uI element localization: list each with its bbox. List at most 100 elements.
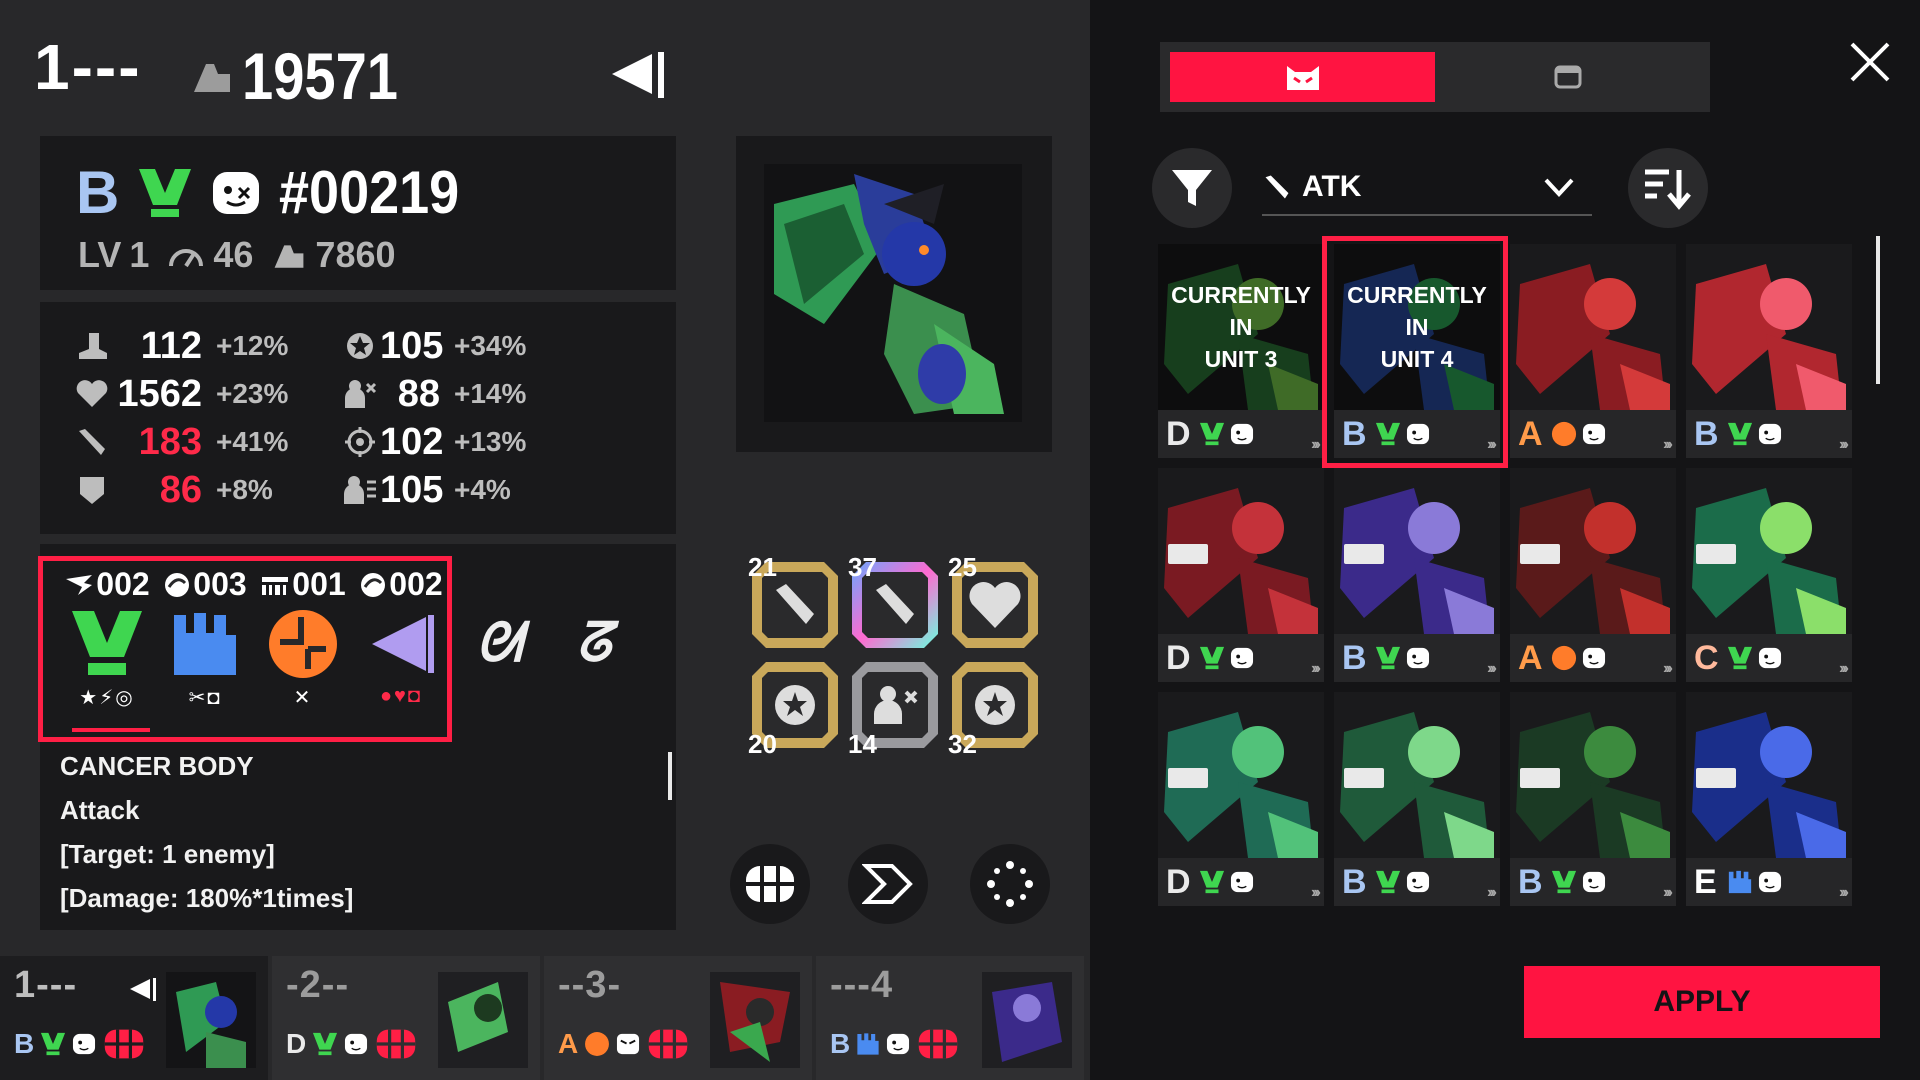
element-icon: [1727, 646, 1753, 670]
character-card[interactable]: A ›››: [1510, 468, 1676, 682]
chevron-badge-icon: [862, 864, 913, 904]
character-card[interactable]: B ›››: [1334, 692, 1500, 906]
equipment-slot[interactable]: 20: [748, 658, 842, 759]
face-icon: [213, 171, 260, 214]
character-card[interactable]: D ›››: [1158, 468, 1324, 682]
expand-arrows-icon: ›››: [1839, 436, 1849, 453]
element-icon: [1551, 421, 1577, 447]
face-icon: [1582, 871, 1606, 893]
description-scrollbar[interactable]: [668, 752, 672, 800]
unit-tab-2[interactable]: -2-- D: [272, 956, 540, 1080]
close-icon[interactable]: [1848, 40, 1892, 89]
card-footer: D ›››: [1158, 410, 1324, 458]
filter-button[interactable]: [1152, 148, 1232, 228]
tab-characters[interactable]: [1170, 52, 1435, 102]
loading-button[interactable]: [970, 844, 1050, 924]
grid-badge-icon: [919, 1029, 958, 1059]
ability-subtags: ✂◘: [188, 687, 222, 709]
expand-arrows-icon: ›››: [1839, 660, 1849, 677]
element-icon: [1199, 422, 1225, 446]
power-display: 7860: [271, 234, 396, 276]
ability-slot[interactable]: 003 ✂◘: [160, 566, 250, 710]
unit-tab-3[interactable]: --3- A: [544, 956, 812, 1080]
character-card[interactable]: B ›››: [1334, 468, 1500, 682]
blade-icon: [1265, 175, 1289, 199]
ability-subtags: ●♥◘: [379, 685, 423, 707]
ability-target: [Target: 1 enemy]: [60, 839, 275, 869]
face-icon: [1758, 423, 1782, 445]
grid-scrollbar[interactable]: [1876, 236, 1880, 384]
equipment-slot[interactable]: 32: [948, 658, 1042, 759]
tab-cards[interactable]: [1435, 52, 1700, 102]
ability-count: 001: [292, 566, 346, 602]
unit-rank: B: [830, 1028, 851, 1059]
card-footer: B ›››: [1686, 410, 1852, 458]
element-icon: [1375, 870, 1401, 894]
barcode-tag-icon: [1696, 768, 1736, 788]
ability-damage: [Damage: 180%*1times]: [60, 883, 354, 913]
character-card[interactable]: A ›››: [1510, 244, 1676, 458]
card-footer: B ›››: [1510, 858, 1676, 906]
stat-value: 88: [397, 372, 440, 415]
unit-tab-4[interactable]: ---4 B: [816, 956, 1084, 1080]
card-rank: D: [1166, 862, 1191, 901]
stat-row: 105 +4%: [340, 468, 630, 512]
shield-icon: [72, 474, 112, 506]
face-icon: [1758, 871, 1782, 893]
card-icon: [1554, 65, 1581, 89]
stat-value: 102: [380, 420, 444, 463]
card-footer: D ›››: [1158, 858, 1324, 906]
ability-subtags: ✕: [293, 687, 313, 709]
barcode-tag-icon: [1696, 544, 1736, 564]
character-card[interactable]: B ›››: [1510, 692, 1676, 906]
character-card[interactable]: D ›››: [1158, 692, 1324, 906]
character-card[interactable]: B ›››: [1686, 244, 1852, 458]
stat-row: 183 +41%: [72, 420, 362, 464]
ability-slot[interactable]: 002 ★⚡◎: [62, 566, 152, 710]
stat-value: 183: [138, 420, 202, 463]
card-rank: E: [1694, 862, 1717, 901]
equipment-value: 37: [848, 552, 877, 582]
unit-slot-label: 1---: [34, 31, 142, 103]
ability-count: 002: [389, 566, 443, 602]
v-body-icon: [313, 1032, 338, 1056]
element-icon: [1728, 870, 1752, 894]
character-card[interactable]: C ›››: [1686, 468, 1852, 682]
equipment-slot[interactable]: 21: [748, 552, 842, 652]
expand-arrows-icon: ›››: [1839, 884, 1849, 901]
apply-button[interactable]: APPLY: [1524, 966, 1880, 1038]
unit-tab-1[interactable]: 1--- B: [0, 956, 268, 1080]
character-card[interactable]: CURRENTLY IN UNIT 3 D ›››: [1158, 244, 1324, 458]
orb-icon: [361, 572, 386, 597]
stat-bonus: +4%: [454, 474, 511, 505]
card-footer: D ›››: [1158, 634, 1324, 682]
leader-flag-icon[interactable]: [608, 48, 668, 105]
stat-value: 86: [159, 468, 202, 511]
ability-slot[interactable]: 002 ●♥◘: [356, 566, 446, 708]
element-icon: [1375, 646, 1401, 670]
face-icon: [345, 1033, 368, 1055]
barcode-icon: [262, 576, 289, 595]
equipment-slot[interactable]: 25: [948, 552, 1042, 652]
stat-bonus: +14%: [454, 378, 527, 409]
v-body-icon: [72, 611, 142, 675]
orange-disc-icon: [269, 610, 337, 678]
ability-slot[interactable]: 001 ✕: [258, 566, 348, 710]
equipment-slot[interactable]: 37: [848, 552, 942, 652]
ability-count: 003: [193, 566, 247, 602]
power-icon: [275, 245, 304, 268]
card-footer: B ›››: [1334, 858, 1500, 906]
card-rank: B: [1342, 862, 1367, 901]
stat-value: 105: [380, 324, 444, 367]
sort-order-button[interactable]: [1628, 148, 1708, 228]
face-icon: [73, 1033, 96, 1055]
equipment-slot[interactable]: 14: [848, 658, 942, 759]
expand-arrows-icon: ›››: [1311, 436, 1321, 453]
barcode-tag-icon: [1344, 544, 1384, 564]
evolve-button[interactable]: [848, 844, 928, 924]
sort-dropdown[interactable]: ATK: [1262, 160, 1592, 216]
card-rank: B: [1694, 414, 1719, 453]
character-card[interactable]: E ›››: [1686, 692, 1852, 906]
character-art: [1686, 244, 1852, 410]
core-button[interactable]: [730, 844, 810, 924]
